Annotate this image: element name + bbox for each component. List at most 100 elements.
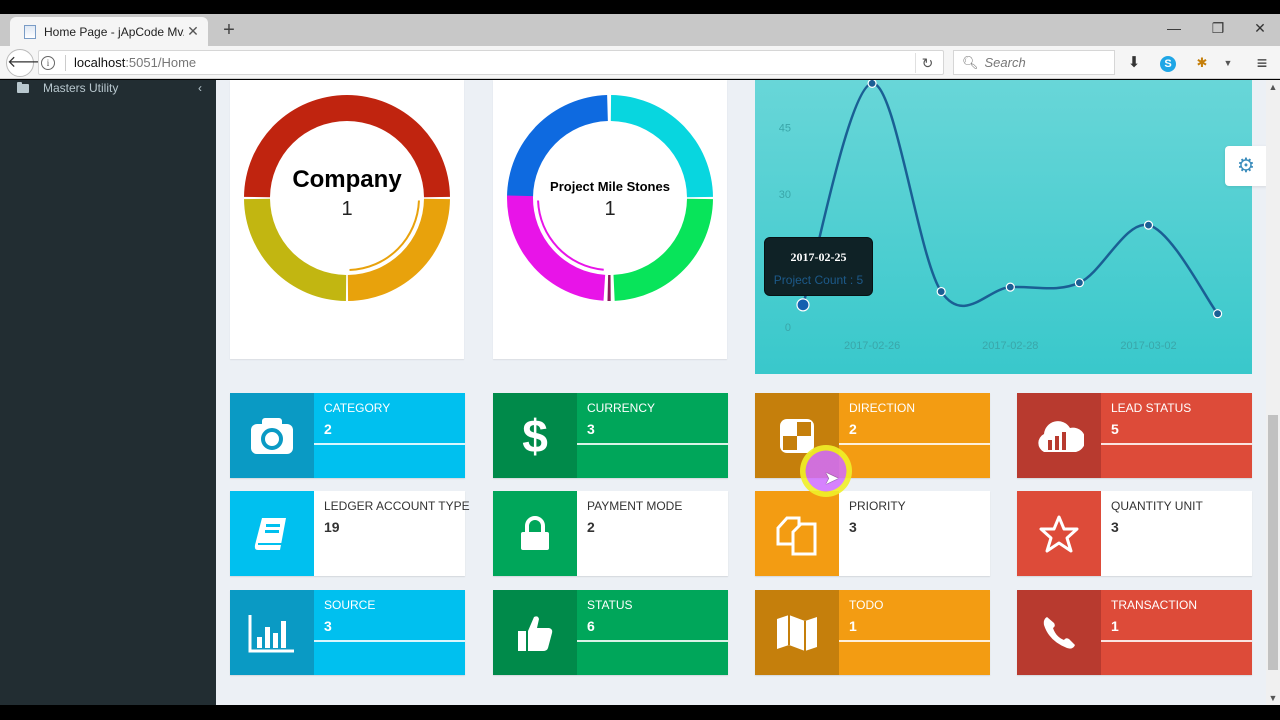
y-tick-label: 0 [785, 322, 791, 334]
cloud-chart-icon [1017, 393, 1101, 478]
x-tick-label: 2017-02-26 [844, 340, 900, 352]
new-tab-button[interactable]: + [218, 18, 240, 42]
hamburger-menu-icon[interactable]: ≡ [1252, 54, 1272, 72]
line-chart-svg: 0 30 45 2017-02-26 2017-02-28 2017-03-02 [779, 80, 1223, 352]
mouse-pointer-icon: ➤ [824, 468, 840, 488]
info-box-payment-mode[interactable]: Payment Mode 2 [493, 491, 728, 576]
bar-chart-icon [230, 590, 314, 675]
company-card[interactable]: Company 1 [230, 80, 464, 359]
info-box-count: 2 [587, 519, 595, 535]
info-box-count: 2 [324, 421, 332, 437]
info-box-category[interactable]: Category 2 [230, 393, 465, 478]
gear-icon: ⚙ [1237, 155, 1255, 177]
info-box-todo[interactable]: Todo 1 [755, 590, 990, 675]
info-box-count: 1 [849, 618, 857, 634]
data-point[interactable] [1143, 220, 1154, 230]
info-box-priority[interactable]: Priority 3 [755, 491, 990, 576]
sidebar: Masters Utility ‹ [0, 80, 216, 705]
info-box-progress-divider [577, 443, 728, 445]
info-box-label: Direction [849, 401, 915, 415]
camera-icon [230, 393, 314, 478]
info-box-count: 5 [1111, 421, 1119, 437]
data-point[interactable] [1005, 282, 1015, 292]
phone-icon [1017, 590, 1101, 675]
info-box-label: Lead Status [1111, 401, 1192, 415]
search-placeholder: Search [984, 55, 1026, 70]
page-scrollbar[interactable]: ▲ ▼ [1266, 80, 1280, 705]
milestones-label: Project Mile Stones [550, 179, 670, 194]
reload-icon[interactable]: ↻ [915, 53, 939, 73]
data-point[interactable] [867, 80, 877, 88]
dollar-icon: $ [493, 393, 577, 478]
info-box-label: Priority [849, 499, 906, 513]
info-box-count: 3 [324, 618, 332, 634]
project-count-chart: 0 30 45 2017-02-26 2017-02-28 2017-03-02 [755, 80, 1252, 374]
search-input[interactable]: 🔍︎ Search [953, 50, 1115, 75]
info-box-count: 3 [1111, 519, 1119, 535]
main-content: Company 1 Project Mile Stones 1 0 30 45 201… [216, 80, 1266, 705]
close-window-button[interactable]: ✕ [1238, 14, 1280, 44]
x-tick-label: 2017-02-28 [982, 340, 1038, 352]
url-separator [65, 54, 66, 71]
info-box-count: 1 [1111, 618, 1119, 634]
info-box-direction[interactable]: Direction 2 [755, 393, 990, 478]
star-icon [1017, 491, 1101, 576]
skype-icon[interactable]: S [1158, 54, 1178, 72]
scroll-up-icon[interactable]: ▲ [1266, 80, 1280, 94]
back-button[interactable]: 🡐 [6, 49, 50, 77]
info-box-source[interactable]: Source 3 [230, 590, 465, 675]
project-milestones-card[interactable]: Project Mile Stones 1 [493, 80, 727, 359]
tab-title: Home Page - jApCode Mv... [44, 24, 184, 39]
info-box-label: Transaction [1111, 598, 1198, 612]
download-icon[interactable]: ⬇ [1124, 54, 1144, 72]
info-box-label: Todo [849, 598, 884, 612]
scroll-down-icon[interactable]: ▼ [1266, 691, 1280, 705]
url-host: localhost [74, 55, 126, 70]
info-box-label: Source [324, 598, 376, 612]
address-bar[interactable]: i localhost :5051/Home ↻ [38, 50, 944, 75]
close-tab-icon[interactable]: ✕ [184, 23, 202, 40]
firebug-icon[interactable]: ✱ [1192, 54, 1212, 72]
data-point[interactable] [796, 298, 810, 312]
data-point[interactable] [1213, 309, 1223, 319]
data-point[interactable] [1074, 278, 1084, 288]
info-box-status[interactable]: Status 6 [493, 590, 728, 675]
info-box-quantity-unit[interactable]: Quantity Unit 3 [1017, 491, 1252, 576]
sidebar-item-label: Masters Utility [43, 81, 119, 95]
info-box-label: Status [587, 598, 633, 612]
info-box-progress-divider [314, 443, 465, 445]
info-box-ledger-account-type[interactable]: Ledger Account Type 19 [230, 491, 470, 576]
info-box-progress-divider [1101, 640, 1252, 642]
info-box-label: Category [324, 401, 391, 415]
data-point[interactable] [936, 286, 946, 297]
info-box-progress-divider [1101, 443, 1252, 445]
thumbs-up-icon [493, 590, 577, 675]
browser-tab[interactable]: Home Page - jApCode Mv... ✕ [10, 17, 208, 46]
url-path: :5051/Home [125, 55, 197, 70]
info-box-progress-divider [577, 640, 728, 642]
x-tick-label: 2017-03-02 [1120, 340, 1176, 352]
info-box-count: 3 [849, 519, 857, 535]
info-box-label: Payment Mode [587, 499, 683, 513]
settings-button[interactable]: ⚙ [1225, 146, 1266, 186]
info-box-lead-status[interactable]: Lead Status 5 [1017, 393, 1252, 478]
info-box-progress-divider [314, 640, 465, 642]
info-box-count: 2 [849, 421, 857, 437]
extension-menu-chevron-icon[interactable]: ▼ [1218, 54, 1238, 72]
info-box-transaction[interactable]: Transaction 1 [1017, 590, 1252, 675]
site-info-icon[interactable]: i [41, 55, 55, 70]
tooltip-value: Project Count : 5 [773, 273, 864, 287]
tooltip-date: 2017-02-25 [790, 250, 847, 264]
sidebar-item-masters-utility[interactable]: Masters Utility ‹ [0, 80, 216, 96]
info-box-progress-divider [839, 640, 990, 642]
tab-bar: Home Page - jApCode Mv... ✕ + — ❐ ✕ [0, 14, 1280, 46]
company-count: 1 [341, 198, 353, 220]
restore-button[interactable]: ❐ [1196, 14, 1240, 44]
info-box-currency[interactable]: $ Currency 3 [493, 393, 728, 478]
minimize-button[interactable]: — [1152, 14, 1196, 44]
milestones-count: 1 [604, 198, 616, 220]
scrollbar-thumb[interactable] [1268, 415, 1278, 670]
company-label: Company [292, 166, 402, 193]
copy-icon [755, 491, 839, 576]
y-tick-label: 30 [779, 189, 791, 201]
